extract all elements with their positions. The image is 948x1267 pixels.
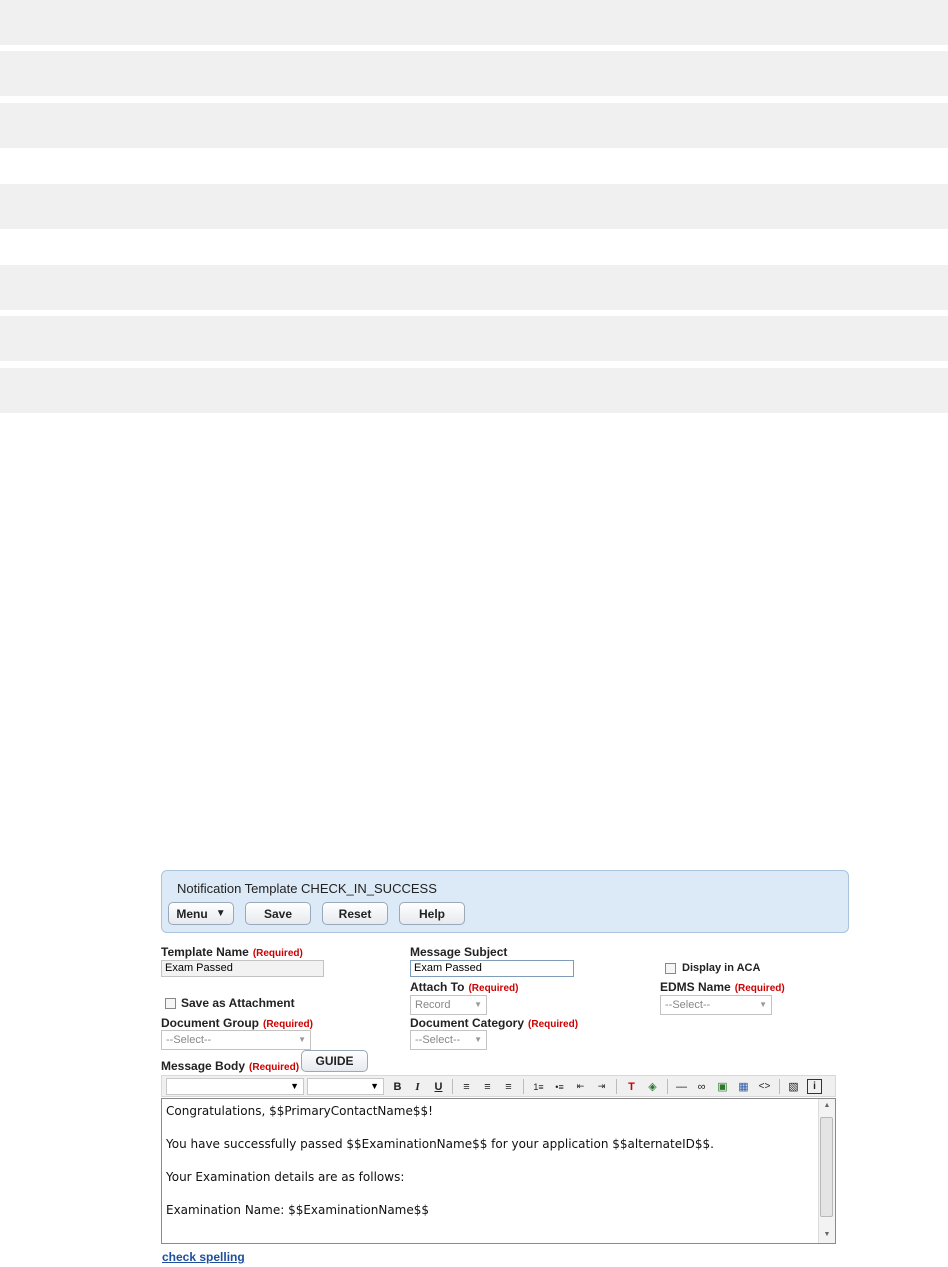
message-body-label: Message Body (Required)	[161, 1059, 300, 1073]
page-title: Notification Template CHECK_IN_SUCCESS	[177, 881, 437, 896]
required-marker: (Required)	[468, 983, 519, 994]
list-row	[0, 103, 948, 148]
toolbar-divider	[616, 1079, 617, 1094]
toolbar-divider	[452, 1079, 453, 1094]
menu-button-label: Menu	[176, 906, 208, 921]
template-name-input[interactable]: Exam Passed	[161, 960, 324, 977]
required-marker: (Required)	[249, 1062, 300, 1073]
edms-name-label: EDMS Name (Required)	[660, 980, 785, 994]
toolbar-divider	[667, 1079, 668, 1094]
chevron-down-icon: ▼	[298, 1035, 306, 1044]
chevron-down-icon: ▼	[474, 1035, 482, 1044]
background-color-icon[interactable]: ◈	[645, 1079, 660, 1094]
font-family-select[interactable]: ▼	[166, 1078, 304, 1095]
toolbar-divider	[779, 1079, 780, 1094]
table-icon[interactable]: ▦	[736, 1079, 751, 1094]
chevron-down-icon: ▼	[290, 1081, 299, 1091]
message-subject-input[interactable]: Exam Passed	[410, 960, 574, 977]
source-code-icon[interactable]: <>	[757, 1079, 772, 1094]
document-category-label: Document Category (Required)	[410, 1016, 579, 1030]
reset-button[interactable]: Reset	[322, 902, 388, 925]
required-marker: (Required)	[263, 1019, 313, 1030]
required-marker: (Required)	[734, 983, 785, 994]
help-button[interactable]: Help	[399, 902, 465, 925]
list-row	[0, 368, 948, 413]
italic-icon[interactable]: I	[410, 1079, 425, 1094]
scroll-down-icon[interactable]: ▼	[819, 1231, 835, 1238]
list-row	[0, 184, 948, 229]
document-category-select[interactable]: --Select-- ▼	[410, 1030, 487, 1050]
horizontal-rule-icon[interactable]: —	[674, 1079, 689, 1094]
editor-scrollbar[interactable]: ▲ ▼	[818, 1099, 835, 1243]
list-row	[0, 0, 948, 45]
scroll-up-icon[interactable]: ▲	[819, 1102, 835, 1109]
document-group-select[interactable]: --Select-- ▼	[161, 1030, 311, 1050]
ordered-list-icon[interactable]: 1≡	[531, 1079, 546, 1094]
message-body-editor[interactable]: Congratulations, $$PrimaryContactName$$!…	[161, 1098, 836, 1244]
chevron-down-icon: ▼	[759, 1000, 767, 1009]
image-icon[interactable]: ▣	[715, 1079, 730, 1094]
save-as-attachment-label: Save as Attachment	[181, 996, 295, 1010]
template-header-panel: Notification Template CHECK_IN_SUCCESS M…	[161, 870, 849, 933]
attach-to-select[interactable]: Record ▼	[410, 995, 487, 1015]
chevron-down-icon: ▼	[474, 1000, 482, 1009]
list-row	[0, 265, 948, 310]
text-color-icon[interactable]: T	[624, 1079, 639, 1094]
display-in-aca-label: Display in ACA	[682, 962, 761, 974]
menu-button[interactable]: Menu ▼	[168, 902, 234, 925]
check-spelling-link[interactable]: check spelling	[162, 1250, 245, 1264]
clean-format-icon[interactable]: ▧	[786, 1079, 801, 1094]
display-in-aca-checkbox[interactable]	[665, 963, 676, 974]
edms-name-select[interactable]: --Select-- ▼	[660, 995, 772, 1015]
editor-line: Examination Name: $$ExaminationName$$	[166, 1203, 430, 1217]
document-group-label: Document Group (Required)	[161, 1016, 313, 1030]
indent-icon[interactable]: ⇥	[594, 1079, 609, 1094]
unordered-list-icon[interactable]: •≡	[552, 1079, 567, 1094]
font-size-select[interactable]: ▼	[307, 1078, 384, 1095]
outdent-icon[interactable]: ⇤	[573, 1079, 588, 1094]
info-icon[interactable]: i	[807, 1079, 822, 1094]
editor-line: Congratulations, $$PrimaryContactName$$!	[166, 1104, 433, 1118]
menu-dropdown-icon: ▼	[215, 908, 226, 919]
save-button[interactable]: Save	[245, 902, 311, 925]
template-name-label: Template Name (Required)	[161, 945, 303, 959]
align-center-icon[interactable]: ≡	[480, 1079, 495, 1094]
link-icon[interactable]: ∞	[694, 1079, 709, 1094]
scroll-thumb[interactable]	[820, 1117, 833, 1217]
chevron-down-icon: ▼	[370, 1081, 379, 1091]
attach-to-label: Attach To (Required)	[410, 980, 519, 994]
list-row	[0, 316, 948, 361]
message-subject-label: Message Subject	[410, 945, 508, 959]
save-as-attachment-checkbox[interactable]	[165, 998, 176, 1009]
align-left-icon[interactable]: ≡	[459, 1079, 474, 1094]
required-marker: (Required)	[252, 948, 303, 959]
editor-toolbar: ▼ ▼ B I U ≡ ≡ ≡ 1≡ •≡ ⇤ ⇥ T ◈ — ∞ ▣ ▦ <>…	[161, 1075, 836, 1097]
message-body-text[interactable]: Congratulations, $$PrimaryContactName$$!…	[166, 1103, 816, 1235]
editor-line: You have successfully passed $$Examinati…	[166, 1137, 714, 1151]
align-right-icon[interactable]: ≡	[501, 1079, 516, 1094]
toolbar-divider	[523, 1079, 524, 1094]
required-marker: (Required)	[528, 1019, 579, 1030]
bold-icon[interactable]: B	[390, 1079, 405, 1094]
list-row	[0, 51, 948, 96]
underline-icon[interactable]: U	[431, 1079, 446, 1094]
guide-button[interactable]: GUIDE	[301, 1050, 368, 1072]
editor-line: Your Examination details are as follows:	[166, 1170, 405, 1184]
